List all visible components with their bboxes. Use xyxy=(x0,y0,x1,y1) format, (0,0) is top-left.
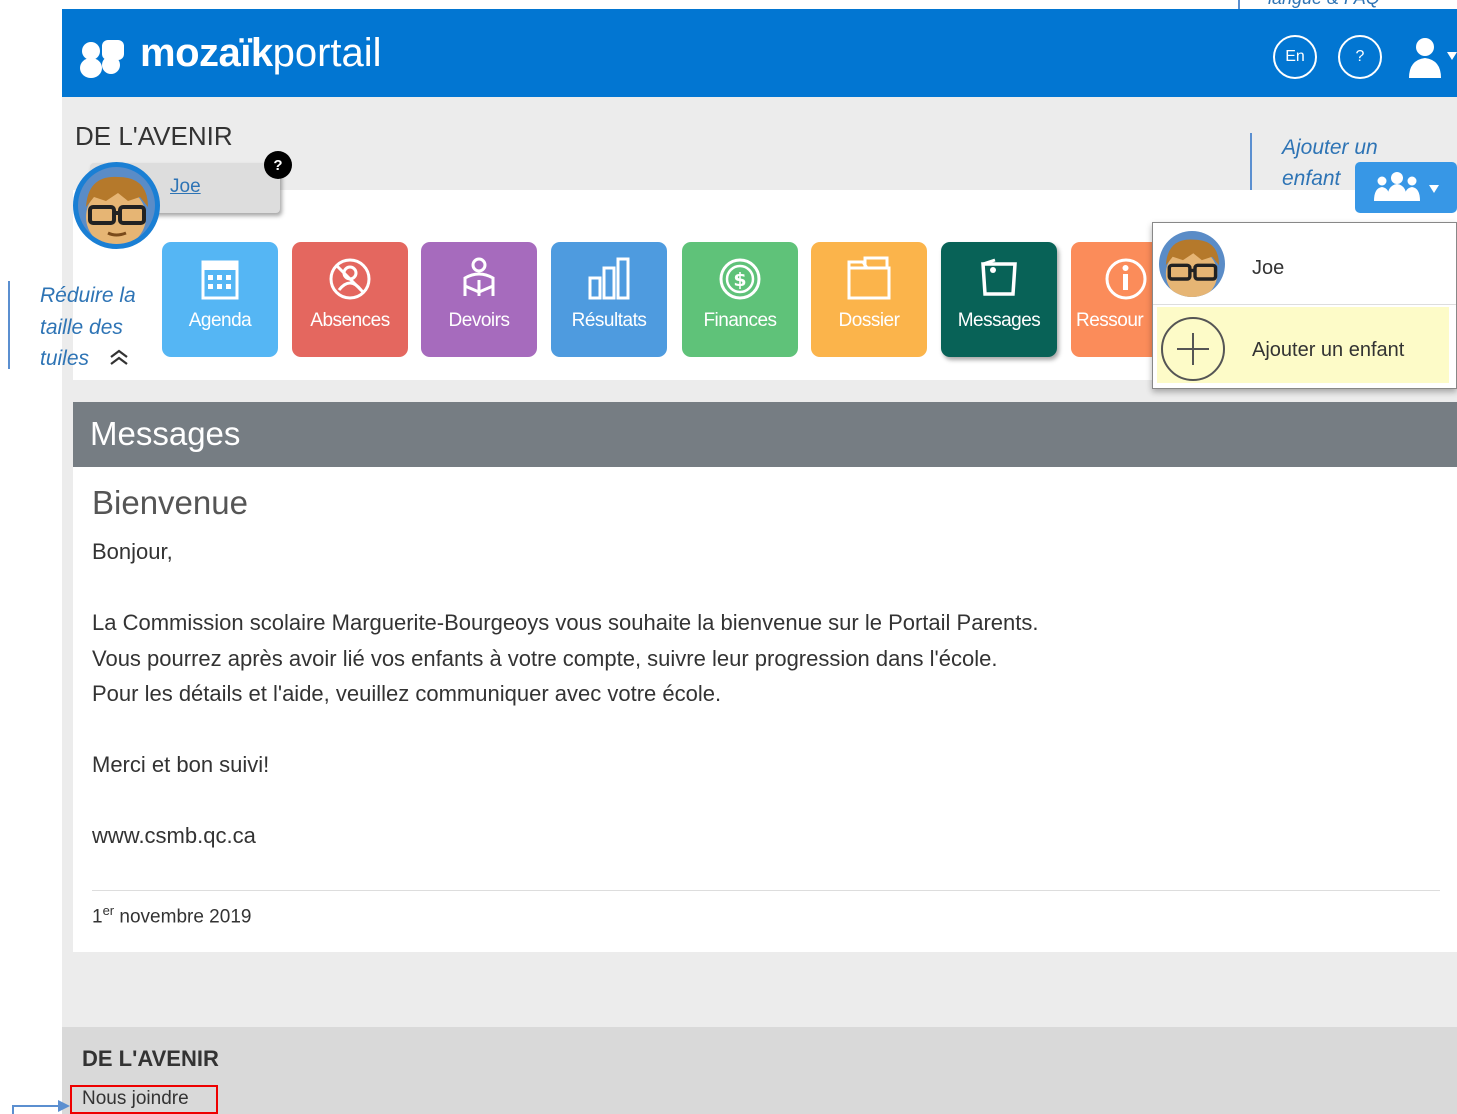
message-line-1: La Commission scolaire Marguerite-Bourge… xyxy=(92,610,1039,635)
annotation-add-child-1: Ajouter un xyxy=(1282,136,1378,159)
message-date: 1er novembre 2019 xyxy=(92,903,251,928)
messages-body xyxy=(73,467,1457,952)
date-ordinal: er xyxy=(102,903,115,918)
annotation-add-child-2: enfant xyxy=(1282,167,1341,190)
messages-section-title: Messages xyxy=(90,415,241,452)
user-menu-button[interactable] xyxy=(1405,33,1457,83)
svg-text:$: $ xyxy=(733,269,746,291)
tile-resultats[interactable]: Résultats xyxy=(551,242,667,357)
message-greeting: Bonjour, xyxy=(92,539,173,564)
mozaik-logo[interactable]: mozaïk portail xyxy=(80,31,382,78)
mozaik-logo-icon xyxy=(80,32,126,78)
avatar-face-icon xyxy=(86,176,148,244)
footer-school-name: DE L'AVENIR xyxy=(82,1046,219,1071)
plus-circle-icon xyxy=(1161,317,1225,381)
avatar-face-icon xyxy=(1165,239,1219,297)
top-bar: mozaïk portail En ? xyxy=(62,9,1457,97)
messages-section-header: Messages xyxy=(73,402,1457,467)
logo-text-bold: mozaïk xyxy=(140,31,273,75)
message-title: Bienvenue xyxy=(92,484,248,521)
family-icon xyxy=(1374,171,1439,201)
add-child-dropdown: Joe Ajouter un enfant xyxy=(1152,222,1457,389)
dropdown-item-add-child[interactable]: Ajouter un enfant xyxy=(1153,307,1456,389)
add-child-button[interactable] xyxy=(1355,162,1457,213)
child-help-badge[interactable]: ? xyxy=(264,151,292,179)
annotation-lang-faq: langue & FAQ xyxy=(1268,0,1380,9)
logo-text-light: portail xyxy=(272,31,382,75)
annotation-bar-add-child xyxy=(1250,133,1252,193)
dropdown-item-label: Ajouter un enfant xyxy=(1252,339,1405,361)
calendar-icon xyxy=(162,256,278,304)
footer xyxy=(62,1027,1457,1114)
tile-label: Ressour xyxy=(1076,310,1144,331)
message-divider xyxy=(92,890,1440,891)
folder-icon xyxy=(811,256,927,304)
tile-ressources[interactable]: Ressour xyxy=(1071,242,1153,357)
annotation-reduce-1: Réduire la xyxy=(40,284,136,307)
tile-label: Devoirs xyxy=(448,310,510,331)
date-rest: novembre 2019 xyxy=(114,906,252,928)
user-icon xyxy=(1409,38,1457,78)
dropdown-item-label: Joe xyxy=(1252,257,1285,279)
message-line-3: Pour les détails et l'aide, veuillez com… xyxy=(92,681,722,706)
language-button[interactable]: En xyxy=(1273,35,1317,79)
message-closing: Merci et bon suivi! xyxy=(92,752,270,777)
absence-icon xyxy=(292,256,408,304)
tile-dossier[interactable]: Dossier xyxy=(811,242,927,357)
messages-icon xyxy=(941,256,1057,304)
tile-label: Dossier xyxy=(838,310,900,331)
dropdown-avatar xyxy=(1159,231,1225,297)
school-name: DE L'AVENIR xyxy=(75,121,233,151)
message-line-2: Vous pourrez après avoir lié vos enfants… xyxy=(92,646,998,671)
help-button[interactable]: ? xyxy=(1338,35,1382,79)
tile-absences[interactable]: Absences xyxy=(292,242,408,357)
tile-devoirs[interactable]: Devoirs xyxy=(421,242,537,357)
tile-finances[interactable]: $ Finances xyxy=(682,242,798,357)
dropdown-item-child-joe[interactable]: Joe xyxy=(1153,223,1456,305)
resources-icon xyxy=(1071,256,1153,304)
annotation-reduce-2: taille des xyxy=(40,316,123,339)
homework-icon xyxy=(421,256,537,304)
tile-label: Résultats xyxy=(571,310,647,331)
results-icon xyxy=(551,256,667,304)
tile-label: Agenda xyxy=(188,310,252,331)
collapse-tiles-icon[interactable] xyxy=(108,347,130,371)
tile-agenda[interactable]: Agenda xyxy=(162,242,278,357)
tile-label: Messages xyxy=(957,310,1041,331)
child-name-link[interactable]: Joe xyxy=(170,176,201,198)
tile-label: Finances xyxy=(703,310,777,331)
annotation-arrow xyxy=(12,1098,70,1114)
tile-label: Absences xyxy=(310,310,390,331)
contact-link[interactable]: Nous joindre xyxy=(70,1085,218,1114)
annotation-reduce-3: tuiles xyxy=(40,347,90,370)
date-day: 1 xyxy=(92,906,103,928)
message-website[interactable]: www.csmb.qc.ca xyxy=(92,823,256,849)
child-avatar[interactable] xyxy=(73,162,160,249)
tile-messages[interactable]: Messages xyxy=(941,242,1057,357)
finances-icon: $ xyxy=(682,256,798,304)
annotation-bar-reduce xyxy=(8,281,10,369)
